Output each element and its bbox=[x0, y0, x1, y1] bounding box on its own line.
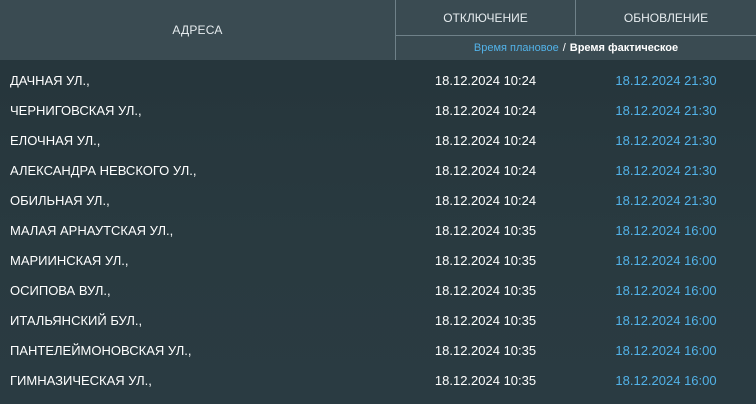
address-cell: ДАЧНАЯ УЛ., bbox=[10, 73, 90, 88]
outage-time-cell: 18.12.2024 10:35 bbox=[434, 253, 537, 268]
address-cell: ИТАЛЬЯНСКИЙ БУЛ., bbox=[10, 313, 143, 328]
outage-time-cell: 18.12.2024 10:35 bbox=[434, 283, 537, 298]
table-row: МАЛАЯ АРНАУТСКАЯ УЛ., 18.12.2024 10:35 18.… bbox=[0, 216, 756, 246]
table-row: АЛЕКСАНДРА НЕВСКОГО УЛ., 18.12.2024 10:24… bbox=[0, 156, 756, 186]
table-row: ДАЧНАЯ УЛ., 18.12.2024 10:24 18.12.2024 21… bbox=[0, 66, 756, 96]
column-header-addresses[interactable]: АДРЕСА bbox=[0, 0, 395, 60]
update-time-cell: 18.12.2024 21:30 bbox=[615, 133, 717, 148]
update-time-cell: 18.12.2024 21:30 bbox=[615, 103, 717, 118]
outage-time-cell: 18.12.2024 10:24 bbox=[434, 193, 537, 208]
address-cell: ЕЛОЧНАЯ УЛ., bbox=[10, 133, 101, 148]
address-cell: АЛЕКСАНДРА НЕВСКОГО УЛ., bbox=[10, 163, 197, 178]
address-cell: ОБИЛЬНАЯ УЛ., bbox=[10, 193, 110, 208]
outage-time-cell: 18.12.2024 10:35 bbox=[434, 343, 537, 358]
address-cell: МАРИИНСКАЯ УЛ., bbox=[10, 253, 129, 268]
update-time-cell: 18.12.2024 16:00 bbox=[615, 283, 717, 298]
table-row: МАРИИНСКАЯ УЛ., 18.12.2024 10:35 18.12.202… bbox=[0, 246, 756, 276]
legend-planned-time: Время плановое bbox=[473, 42, 559, 54]
update-time-cell: 18.12.2024 16:00 bbox=[615, 253, 717, 268]
column-header-update[interactable]: ОБНОВЛЕНИЕ bbox=[576, 0, 756, 35]
outage-time-cell: 18.12.2024 10:35 bbox=[434, 313, 537, 328]
outage-table: АДРЕСА ОТКЛЮЧЕНИЕ ОБНОВЛЕНИЕ Время плано… bbox=[0, 0, 756, 404]
update-time-cell: 18.12.2024 21:30 bbox=[615, 73, 717, 88]
legend-actual-time: Время фактическое bbox=[569, 42, 679, 54]
column-header-outage[interactable]: ОТКЛЮЧЕНИЕ bbox=[396, 0, 575, 35]
table-row: ПАНТЕЛЕЙМОНОВСКАЯ УЛ., 18.12.2024 10:35 18… bbox=[0, 336, 756, 366]
table-row: ЧЕРНИГОВСКАЯ УЛ., 18.12.2024 10:24 18.12.2… bbox=[0, 96, 756, 126]
update-time-cell: 18.12.2024 21:30 bbox=[615, 163, 717, 178]
time-legend: Время плановое / Время фактическое bbox=[396, 36, 756, 60]
update-time-cell: 18.12.2024 16:00 bbox=[615, 223, 717, 238]
update-time-cell: 18.12.2024 21:30 bbox=[615, 193, 717, 208]
legend-separator: / bbox=[562, 42, 566, 54]
address-cell: ПАНТЕЛЕЙМОНОВСКАЯ УЛ., bbox=[10, 343, 192, 358]
address-cell: ОСИПОВА ВУЛ., bbox=[10, 283, 111, 298]
outage-time-cell: 18.12.2024 10:24 bbox=[434, 133, 537, 148]
table-row: ОБИЛЬНАЯ УЛ., 18.12.2024 10:24 18.12.2024 … bbox=[0, 186, 756, 216]
outage-time-cell: 18.12.2024 10:35 bbox=[434, 373, 537, 388]
address-cell: ЧЕРНИГОВСКАЯ УЛ., bbox=[10, 103, 142, 118]
outage-time-cell: 18.12.2024 10:35 bbox=[434, 223, 537, 238]
table-row: ГИМНАЗИЧЕСКАЯ УЛ., 18.12.2024 10:35 18.12.… bbox=[0, 366, 756, 396]
outage-time-cell: 18.12.2024 10:24 bbox=[434, 163, 537, 178]
table-row: ОСИПОВА ВУЛ., 18.12.2024 10:35 18.12.2024 … bbox=[0, 276, 756, 306]
outage-time-cell: 18.12.2024 10:24 bbox=[434, 103, 537, 118]
table-body: ДАЧНАЯ УЛ., 18.12.2024 10:24 18.12.2024 21… bbox=[0, 66, 756, 396]
address-cell: МАЛАЯ АРНАУТСКАЯ УЛ., bbox=[10, 223, 174, 238]
address-cell: ГИМНАЗИЧЕСКАЯ УЛ., bbox=[10, 373, 152, 388]
table-header: АДРЕСА ОТКЛЮЧЕНИЕ ОБНОВЛЕНИЕ Время плано… bbox=[0, 0, 756, 60]
outage-time-cell: 18.12.2024 10:24 bbox=[434, 73, 537, 88]
table-row: ИТАЛЬЯНСКИЙ БУЛ., 18.12.2024 10:35 18.12.2… bbox=[0, 306, 756, 336]
update-time-cell: 18.12.2024 16:00 bbox=[615, 313, 717, 328]
update-time-cell: 18.12.2024 16:00 bbox=[615, 373, 717, 388]
table-row: ЕЛОЧНАЯ УЛ., 18.12.2024 10:24 18.12.2024 2… bbox=[0, 126, 756, 156]
update-time-cell: 18.12.2024 16:00 bbox=[615, 343, 717, 358]
